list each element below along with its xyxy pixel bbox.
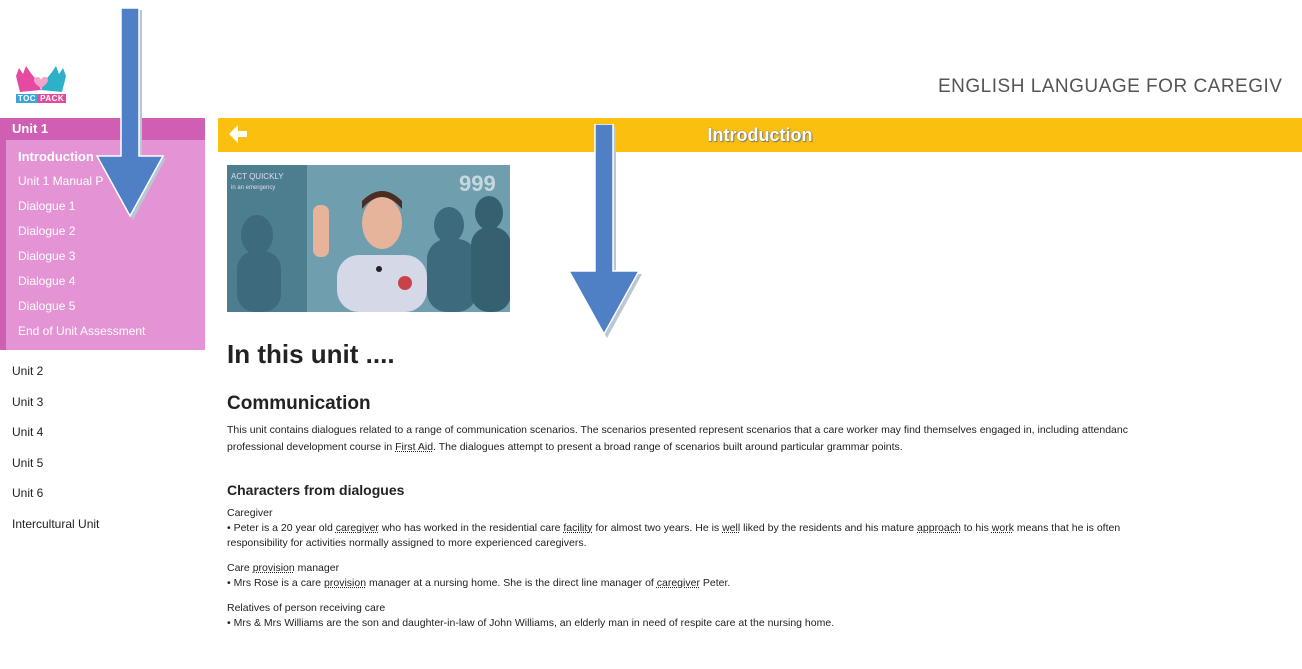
sidebar-unit-4[interactable]: Unit 4 — [0, 417, 205, 448]
submenu-item-dialogue-3[interactable]: Dialogue 3 — [6, 244, 205, 269]
sidebar-unit-6[interactable]: Unit 6 — [0, 478, 205, 509]
page-heading: In this unit .... — [227, 339, 395, 369]
relatives-line-1: • Mrs & Mrs Williams are the son and dau… — [227, 617, 835, 629]
logo-text: TOC PACK — [15, 94, 67, 103]
sidebar-unit-intercultural[interactable]: Intercultural Unit — [0, 509, 205, 540]
section-heading-communication: Communication — [227, 393, 371, 414]
poster-number: 999 — [459, 171, 496, 196]
section-banner: Introduction — [218, 118, 1302, 152]
sidebar-unit-3[interactable]: Unit 3 — [0, 387, 205, 418]
manager-line-1: • Mrs Rose is a care provision manager a… — [227, 577, 731, 589]
site-title: ENGLISH LANGUAGE FOR CAREGIV — [938, 76, 1283, 97]
sidebar-unit-2[interactable]: Unit 2 — [0, 356, 205, 387]
caregiver-line-2: responsibility for activities normally a… — [227, 537, 587, 549]
poster-text-1: ACT QUICKLY — [231, 172, 284, 181]
down-arrow-icon — [568, 124, 642, 338]
manager-title: Care provision manager — [227, 562, 340, 574]
intro-line-2: professional development course in First… — [227, 441, 903, 453]
intro-line-1: This unit contains dialogues related to … — [227, 424, 1128, 436]
hands-heart-icon — [16, 66, 66, 92]
caregiver-line-1: • Peter is a 20 year old caregiver who h… — [227, 522, 1121, 534]
submenu-item-dialogue-4[interactable]: Dialogue 4 — [6, 269, 205, 294]
poster-text-2: in an emergency — [231, 185, 275, 191]
down-arrow-icon — [96, 8, 166, 220]
submenu-item-dialogue-5[interactable]: Dialogue 5 — [6, 294, 205, 319]
logo[interactable]: TOC PACK — [12, 62, 74, 108]
section-heading-characters: Characters from dialogues — [227, 482, 405, 498]
relatives-title: Relatives of person receiving care — [227, 602, 386, 614]
caregiver-title: Caregiver — [227, 507, 273, 519]
first-aid-link[interactable]: First Aid — [395, 441, 433, 453]
main-content: In this unit .... Communication This uni… — [227, 334, 1302, 631]
banner-title: Introduction — [707, 125, 813, 145]
submenu-item-assessment[interactable]: End of Unit Assessment — [6, 319, 205, 344]
sidebar-unit-5[interactable]: Unit 5 — [0, 448, 205, 479]
video-thumbnail[interactable]: ACT QUICKLY in an emergency 999 — [227, 165, 510, 312]
